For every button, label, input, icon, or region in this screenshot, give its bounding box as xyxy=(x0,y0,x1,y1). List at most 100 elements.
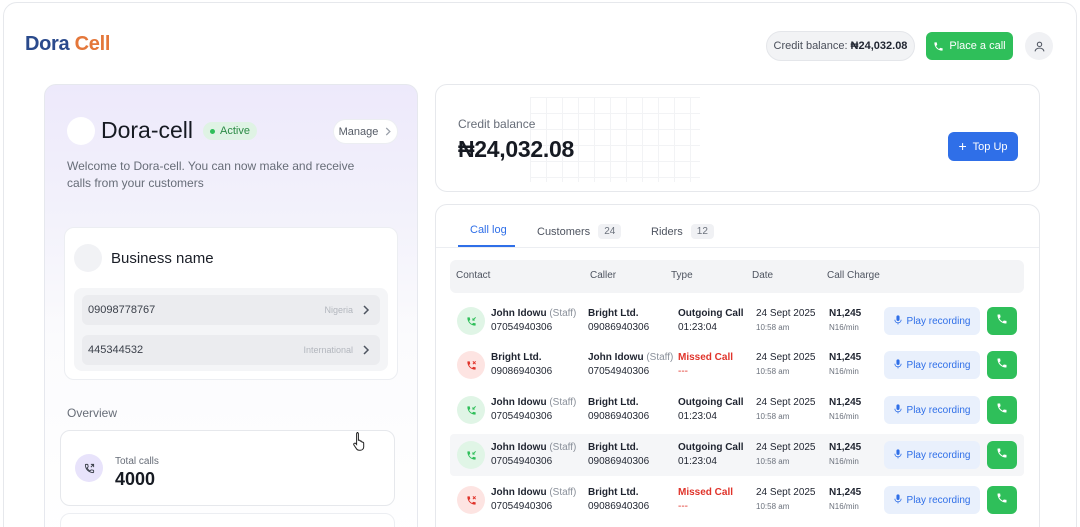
chevron-right-icon xyxy=(386,127,392,136)
phone-icon xyxy=(996,401,1008,419)
phone-number: 09098778767 xyxy=(88,304,156,316)
contact-name: John Idowu xyxy=(491,487,547,498)
tab-call-log[interactable]: Call log xyxy=(470,224,507,236)
phone-calls-icon xyxy=(75,454,103,482)
call-date: 24 Sept 2025 xyxy=(756,352,816,363)
call-back-button[interactable] xyxy=(987,396,1017,424)
microphone-icon xyxy=(893,493,902,507)
number-region: Nigeria xyxy=(324,305,353,315)
call-type: Missed Call xyxy=(678,487,734,498)
call-time: 10:58 am xyxy=(756,412,790,421)
hand-cursor-icon xyxy=(353,432,365,451)
call-duration: 01:23:04 xyxy=(678,322,717,333)
tabs-divider xyxy=(436,247,1039,248)
stat-card[interactable] xyxy=(60,513,395,527)
contact-name: John Idowu xyxy=(491,308,547,319)
user-menu-button[interactable] xyxy=(1025,32,1053,60)
number-item-international[interactable]: 445344532 International xyxy=(82,335,380,365)
type-cell: Missed Call --- xyxy=(678,351,733,379)
call-charge: N1,245 xyxy=(829,308,862,319)
contact-cell: John Idowu (Staff) 07054940306 xyxy=(491,486,576,514)
type-cell: Outgoing Call 01:23:04 xyxy=(678,441,744,469)
microphone-icon xyxy=(893,358,902,372)
app-logo[interactable]: Dora Cell xyxy=(25,33,110,56)
play-recording-button[interactable]: Play recording xyxy=(884,486,980,514)
call-type: Missed Call xyxy=(678,352,734,363)
phone-icon xyxy=(996,312,1008,330)
call-charge: N1,245 xyxy=(829,487,862,498)
play-recording-button[interactable]: Play recording xyxy=(884,396,980,424)
status-dot-icon xyxy=(210,128,215,134)
call-back-button[interactable] xyxy=(987,486,1017,514)
table-header xyxy=(450,260,1024,293)
charge-rate: N16/min xyxy=(829,502,859,511)
play-recording-button[interactable]: Play recording xyxy=(884,307,980,335)
brand-name: Dora-cell xyxy=(101,117,194,143)
contact-phone: 07054940306 xyxy=(491,322,553,333)
tab-label: Riders xyxy=(651,225,683,238)
contact-tag: (Staff) xyxy=(549,397,577,408)
call-charge: N1,245 xyxy=(829,397,862,408)
charge-cell: N1,245 N16/min xyxy=(829,396,861,424)
contact-tag: (Staff) xyxy=(549,487,577,498)
phone-icon xyxy=(934,41,943,51)
type-cell: Missed Call --- xyxy=(678,486,733,514)
call-date: 24 Sept 2025 xyxy=(756,397,816,408)
top-up-label: Top Up xyxy=(972,140,1008,153)
play-recording-label: Play recording xyxy=(906,315,971,327)
missed-call-icon xyxy=(457,486,485,514)
charge-rate: N16/min xyxy=(829,367,859,376)
contact-name: Bright Ltd. xyxy=(491,352,542,363)
charge-cell: N1,245 N16/min xyxy=(829,441,861,469)
manage-button[interactable]: Manage xyxy=(333,119,398,144)
call-back-button[interactable] xyxy=(987,351,1017,379)
place-call-label: Place a call xyxy=(949,40,1006,52)
call-duration: 01:23:04 xyxy=(678,456,717,467)
total-calls-card[interactable] xyxy=(60,430,395,506)
call-time: 10:58 am xyxy=(756,457,790,466)
type-cell: Outgoing Call 01:23:04 xyxy=(678,307,744,335)
play-recording-button[interactable]: Play recording xyxy=(884,441,980,469)
caller-tag: (Staff) xyxy=(646,352,674,363)
caller-name: Bright Ltd. xyxy=(588,308,639,319)
number-item-nigeria[interactable]: 09098778767 Nigeria xyxy=(82,295,380,325)
tab-customers[interactable]: Customers 24 xyxy=(537,224,622,239)
date-cell: 24 Sept 2025 10:58 am xyxy=(756,351,816,379)
contact-tag: (Staff) xyxy=(549,442,577,453)
logo-text-dora: Dora xyxy=(25,33,70,55)
column-header-date: Date xyxy=(752,270,774,281)
caller-phone: 09086940306 xyxy=(588,456,650,467)
user-icon xyxy=(1034,41,1044,51)
call-back-button[interactable] xyxy=(987,441,1017,469)
call-duration: --- xyxy=(678,501,688,512)
phone-icon xyxy=(996,356,1008,374)
contact-cell: John Idowu (Staff) 07054940306 xyxy=(491,307,576,335)
column-header-call-charge: Call Charge xyxy=(827,270,880,281)
outgoing-call-icon xyxy=(457,441,485,469)
welcome-text: Welcome to Dora-cell. You can now make a… xyxy=(67,159,355,190)
play-recording-button[interactable]: Play recording xyxy=(884,351,980,379)
tab-riders[interactable]: Riders 12 xyxy=(651,224,714,239)
caller-phone: 09086940306 xyxy=(588,501,650,512)
call-date: 24 Sept 2025 xyxy=(756,442,816,453)
charge-cell: N1,245 N16/min xyxy=(829,351,861,379)
date-cell: 24 Sept 2025 10:58 am xyxy=(756,486,816,514)
tab-count: 24 xyxy=(598,224,622,239)
chevron-right-icon xyxy=(363,305,370,315)
number-region: International xyxy=(303,345,353,355)
contact-tag: (Staff) xyxy=(549,308,577,319)
total-calls-value: 4000 xyxy=(115,469,156,489)
credit-balance-value: ₦24,032.08 xyxy=(458,136,574,162)
caller-phone: 09086940306 xyxy=(588,411,650,422)
call-back-button[interactable] xyxy=(987,307,1017,335)
credit-balance-chip: Credit balance: ₦24,032.08 xyxy=(766,31,915,61)
business-avatar xyxy=(74,244,102,272)
caller-name: Bright Ltd. xyxy=(588,442,639,453)
caller-cell: Bright Ltd. 09086940306 xyxy=(588,396,649,424)
charge-rate: N16/min xyxy=(829,457,859,466)
play-recording-label: Play recording xyxy=(906,449,971,461)
place-call-button[interactable]: Place a call xyxy=(926,32,1013,60)
contact-phone: 07054940306 xyxy=(491,411,553,422)
top-up-button[interactable]: + Top Up xyxy=(948,132,1018,161)
microphone-icon xyxy=(893,403,902,417)
